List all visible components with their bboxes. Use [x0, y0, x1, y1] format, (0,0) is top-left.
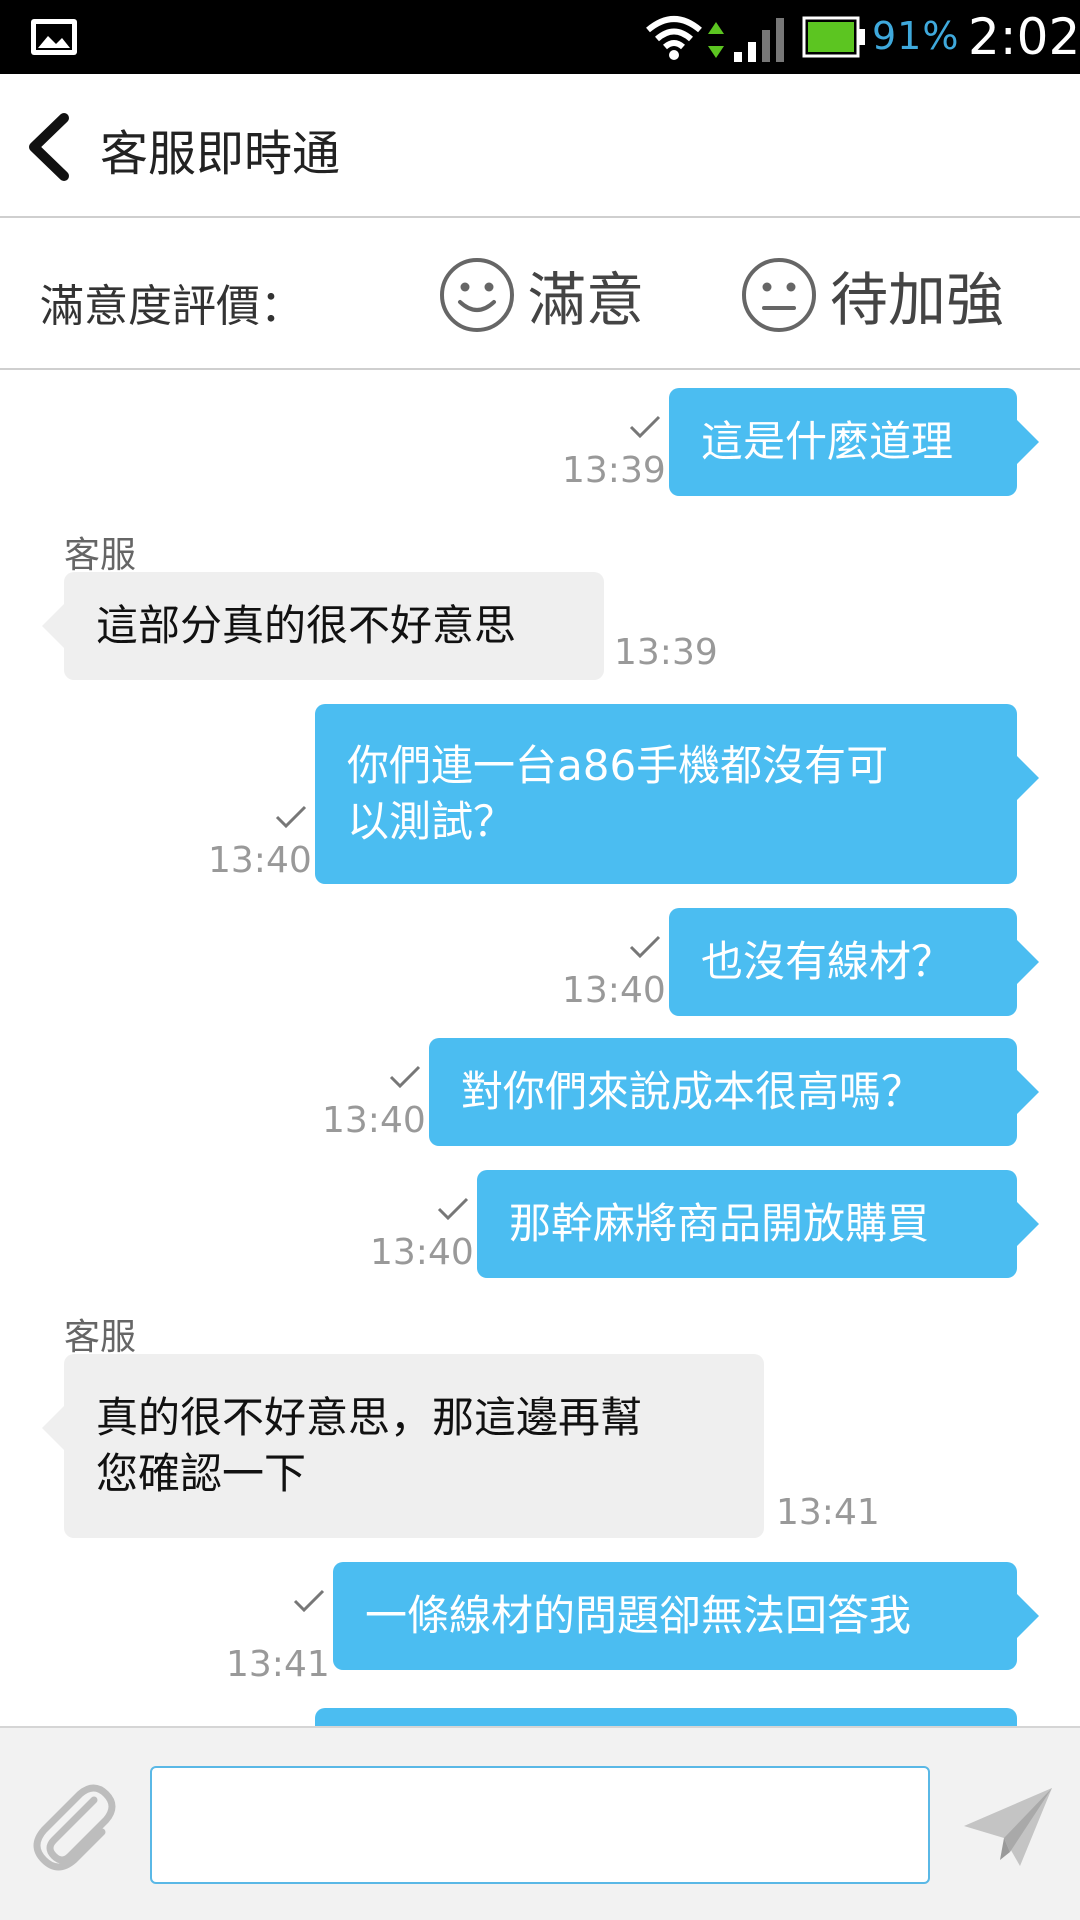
message-time: 13:39 — [614, 632, 718, 673]
paperclip-icon[interactable] — [24, 1776, 124, 1876]
battery-percent: 91% — [872, 14, 960, 58]
message-bubble[interactable]: 你們連一台a86手機都沒有可 以測試？ — [315, 704, 1017, 884]
send-plane-icon[interactable] — [960, 1782, 1056, 1872]
message-text: 也沒有線材？ — [701, 937, 954, 986]
bubble-tail — [42, 1406, 64, 1450]
message-time: 13:39 — [562, 450, 666, 491]
neutral-face-icon — [742, 258, 816, 332]
message-bubble[interactable]: 這是什麼道理 — [669, 388, 1017, 496]
read-check-icon — [629, 935, 661, 959]
message-bubble-partial[interactable] — [315, 1708, 1017, 1726]
message-time: 13:40 — [322, 1100, 426, 1141]
message-time: 13:40 — [562, 970, 666, 1011]
bubble-tail — [1017, 1070, 1039, 1114]
status-bar: 91% 2:02 — [0, 0, 1080, 74]
smile-face-icon — [440, 258, 514, 332]
chevron-left-icon[interactable] — [22, 112, 78, 182]
message-text: 那幹麻將商品開放購買 — [509, 1199, 930, 1248]
bubble-tail — [1017, 1594, 1039, 1638]
message-time: 13:40 — [370, 1232, 474, 1273]
message-text-line-2: 您確認一下 — [96, 1449, 307, 1498]
battery-icon — [802, 16, 865, 58]
message-input[interactable] — [150, 1766, 930, 1884]
message-text: 對你們來說成本很高嗎？ — [461, 1067, 924, 1116]
message-time: 13:41 — [226, 1644, 330, 1685]
clock: 2:02 — [968, 8, 1080, 66]
satisfied-label: 滿意 — [528, 266, 645, 334]
read-check-icon — [293, 1589, 325, 1613]
message-bubble[interactable]: 真的很不好意思，那這邊再幫 您確認一下 — [64, 1354, 764, 1538]
read-check-icon — [275, 805, 307, 829]
bubble-tail — [1017, 1202, 1039, 1246]
message-bubble[interactable]: 也沒有線材？ — [669, 908, 1017, 1016]
app-header: 客服即時通 — [0, 74, 1080, 218]
message-text: 這是什麼道理 — [701, 417, 954, 466]
message-bubble[interactable]: 這部分真的很不好意思 — [64, 572, 604, 680]
needs-improvement-label: 待加強 — [830, 266, 1005, 334]
bubble-tail — [42, 604, 64, 648]
read-check-icon — [629, 415, 661, 439]
message-text-line-2: 以測試？ — [347, 797, 516, 846]
satisfied-button[interactable]: 滿意 — [438, 254, 644, 336]
page-title: 客服即時通 — [100, 126, 341, 182]
message-bubble[interactable]: 那幹麻將商品開放購買 — [477, 1170, 1017, 1278]
signal-icon — [734, 18, 784, 62]
message-text-line-1: 你們連一台a86手機都沒有可 — [347, 741, 889, 790]
message-time: 13:40 — [208, 840, 312, 881]
message-time: 13:41 — [776, 1492, 880, 1533]
message-text: 一條線材的問題卻無法回答我 — [365, 1591, 912, 1640]
message-input-bar — [0, 1726, 1080, 1920]
message-bubble[interactable]: 對你們來說成本很高嗎？ — [429, 1038, 1017, 1146]
wifi-icon — [646, 16, 702, 60]
gallery-icon — [31, 19, 77, 55]
message-text: 這部分真的很不好意思 — [96, 601, 517, 650]
read-check-icon — [437, 1197, 469, 1221]
satisfaction-rating-bar: 滿意度評價： 滿意 待加強 — [0, 220, 1080, 370]
read-check-icon — [389, 1065, 421, 1089]
bubble-tail — [1017, 420, 1039, 464]
needs-improvement-button[interactable]: 待加強 — [740, 254, 1004, 336]
bubble-tail — [1017, 940, 1039, 984]
message-text-line-1: 真的很不好意思，那這邊再幫 — [96, 1393, 643, 1442]
bubble-tail — [1017, 756, 1039, 800]
data-arrows-icon — [708, 22, 724, 58]
message-bubble[interactable]: 一條線材的問題卻無法回答我 — [333, 1562, 1017, 1670]
rating-label: 滿意度評價： — [40, 281, 304, 332]
chat-message-list[interactable]: 這是什麼道理 13:39 客服專員 Barry 這部分真的很不好意思 13:39… — [0, 372, 1080, 1726]
